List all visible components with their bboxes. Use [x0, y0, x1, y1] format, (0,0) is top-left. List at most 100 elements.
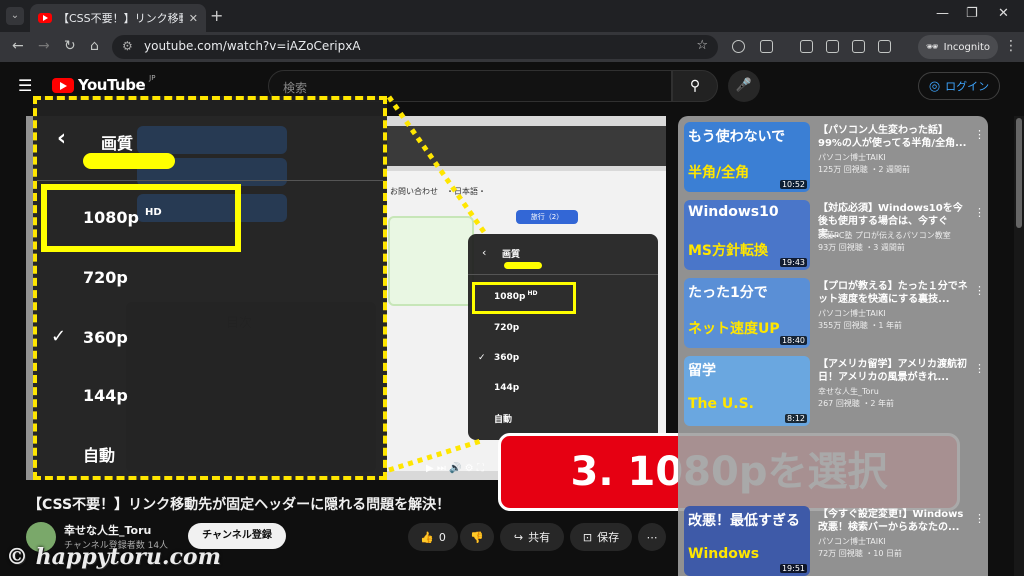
- quality-option-auto[interactable]: 自動: [83, 442, 115, 466]
- login-label: ログイン: [945, 80, 990, 93]
- quality-option-144p[interactable]: 144p: [83, 386, 128, 405]
- back-chevron-icon[interactable]: ‹: [57, 126, 66, 151]
- video-thumbnail[interactable]: Windows10 MS方針転換 19:43: [684, 200, 810, 270]
- more-icon: ⋯: [646, 530, 658, 544]
- video-thumbnail[interactable]: 留学 The U.S. 8:12: [684, 356, 810, 426]
- quality-option-360p[interactable]: 360p: [83, 328, 128, 347]
- login-button[interactable]: ◎ ログイン: [918, 72, 1000, 100]
- tab-title: 【CSS不要！】リンク移動先が固定: [58, 12, 183, 25]
- menu-divider: [37, 180, 383, 181]
- item-menu-icon[interactable]: ⋮: [974, 512, 985, 525]
- thumbnail-subtext: MS方針転換: [688, 243, 769, 259]
- recommended-meta: 72万 回視聴 ・10 日前: [818, 549, 902, 558]
- back-arrow-icon[interactable]: ←: [12, 38, 24, 54]
- quality-option-360p[interactable]: 360p: [494, 353, 519, 363]
- video-duration: 19:43: [779, 258, 807, 267]
- like-button[interactable]: 👍 0: [408, 523, 458, 551]
- recommended-item[interactable]: たった1分で ネット速度UP 18:40 【プロが教える】たった１分でネット速度を快適…: [684, 278, 985, 350]
- back-chevron-icon[interactable]: ‹: [482, 246, 486, 259]
- player-quality-menu: ‹ 画質 1080p HD 720p ✓ 360p 144p 自動: [468, 234, 658, 440]
- voice-search-button[interactable]: 🎤: [728, 70, 760, 102]
- site-info-icon[interactable]: ⚙: [122, 39, 133, 53]
- quality-option-720p[interactable]: 720p: [83, 268, 128, 287]
- watermark: © happytoru.com: [6, 544, 221, 570]
- item-menu-icon[interactable]: ⋮: [974, 206, 985, 219]
- close-tab-icon[interactable]: ✕: [189, 12, 198, 25]
- browser-tab[interactable]: 【CSS不要！】リンク移動先が固定 ✕: [30, 4, 206, 32]
- thumbnail-text: たった1分で: [688, 285, 768, 301]
- reading-list-icon[interactable]: [800, 40, 813, 53]
- highlight-marker: [83, 153, 175, 169]
- recommended-title[interactable]: 【プロが教える】たった１分でネット速度を快適にする裏技...: [818, 280, 968, 306]
- video-duration: 10:52: [779, 180, 807, 189]
- browser-menu-icon[interactable]: ⋮: [1004, 38, 1018, 54]
- quality-option-720p[interactable]: 720p: [494, 323, 519, 333]
- recommended-channel[interactable]: 後藤PC塾 プロが伝えるパソコン教室: [818, 230, 951, 241]
- translate-icon[interactable]: [826, 40, 839, 53]
- reload-icon[interactable]: ↻: [64, 38, 76, 54]
- minimize-button[interactable]: —: [936, 6, 949, 21]
- region-label: JP: [149, 74, 156, 82]
- video-thumbnail[interactable]: もう使わないで 半角/全角 10:52: [684, 122, 810, 192]
- apps-icon[interactable]: [852, 40, 865, 53]
- ghost-pill: [137, 126, 287, 154]
- extension-icon[interactable]: [732, 40, 745, 53]
- video-title: 【CSS不要！】リンク移動先が固定ヘッダーに隠れる問題を解決！: [28, 497, 451, 513]
- video-thumbnail[interactable]: たった1分で ネット速度UP 18:40: [684, 278, 810, 348]
- thumbnail-subtext: 半角/全角: [688, 165, 750, 181]
- recommended-channel[interactable]: 幸せな人生_Toru: [818, 386, 879, 397]
- search-button[interactable]: ⚲: [672, 70, 718, 102]
- zoom-menu-title: 画質: [101, 134, 134, 153]
- player-controls[interactable]: ▶ ⏭ 🔊 ⚙ ⛶: [426, 463, 484, 474]
- recommended-item[interactable]: 留学 The U.S. 8:12 【アメリカ留学】アメリカ渡航初日！アメリカの風景がき…: [684, 356, 985, 428]
- search-placeholder: 検索: [283, 81, 308, 95]
- quality-option-144p[interactable]: 144p: [494, 383, 519, 393]
- screenshot-icon[interactable]: [878, 40, 891, 53]
- video-browser-chrome: [386, 126, 666, 166]
- small-highlight-box: [472, 282, 576, 314]
- recommended-title[interactable]: 【パソコン人生変わった話】99%の人が使ってる半角/全角...: [818, 124, 968, 150]
- home-icon[interactable]: ⌂: [90, 38, 99, 54]
- tab-search-button[interactable]: ⌄: [6, 7, 24, 25]
- incognito-icon: 🕶: [925, 41, 939, 53]
- thumbnail-text: Windows10: [688, 204, 779, 220]
- quality-option-auto[interactable]: 自動: [494, 412, 512, 425]
- extensions-puzzle-icon[interactable]: [760, 40, 773, 53]
- scrollbar-thumb[interactable]: [1016, 118, 1022, 228]
- recommended-channel[interactable]: パソコン博士TAIKI: [818, 308, 886, 319]
- recommended-item[interactable]: Windows10 MS方針転換 19:43 【対応必須】Windows10を今後も使…: [684, 200, 985, 272]
- video-duration: 19:51: [779, 564, 807, 573]
- recommended-channel[interactable]: パソコン博士TAIKI: [818, 536, 886, 547]
- video-thumbnail[interactable]: 改悪！最低すぎる Windows 19:51: [684, 506, 810, 576]
- share-button[interactable]: ↪ 共有: [500, 523, 564, 551]
- forward-arrow-icon[interactable]: →: [38, 38, 50, 54]
- recommended-item[interactable]: もう使わないで 半角/全角 10:52 【パソコン人生変わった話】99%の人が使ってる…: [684, 122, 985, 194]
- youtube-play-icon: [52, 77, 74, 93]
- thumbs-up-icon: 👍: [420, 530, 434, 544]
- channel-name[interactable]: 幸せな人生_Toru: [64, 522, 151, 538]
- item-menu-icon[interactable]: ⋮: [974, 128, 985, 141]
- youtube-logo[interactable]: YouTube JP: [52, 74, 156, 94]
- quality-menu-title: 画質: [502, 250, 521, 260]
- more-actions-button[interactable]: ⋯: [638, 523, 666, 551]
- recommended-title[interactable]: 【今すぐ設定変更!】Windows改悪！検索バーからあなたの...: [818, 508, 968, 534]
- recommended-meta: 267 回視聴 ・2 年前: [818, 399, 894, 408]
- close-window-button[interactable]: ✕: [998, 6, 1009, 21]
- bookmark-star-icon[interactable]: ☆: [696, 38, 708, 53]
- item-menu-icon[interactable]: ⋮: [974, 362, 985, 375]
- item-menu-icon[interactable]: ⋮: [974, 284, 985, 297]
- menu-divider: [468, 274, 658, 275]
- dislike-button[interactable]: 👎: [460, 523, 494, 551]
- share-label: 共有: [528, 531, 551, 544]
- recommended-title[interactable]: 【アメリカ留学】アメリカ渡航初日！アメリカの風景がきれ...: [818, 358, 968, 384]
- incognito-indicator[interactable]: 🕶 Incognito: [918, 35, 998, 59]
- recommended-channel[interactable]: パソコン博士TAIKI: [818, 152, 886, 163]
- browser-tab-bar: ⌄ 【CSS不要！】リンク移動先が固定 ✕ + — ❐ ✕: [0, 0, 1024, 32]
- address-bar[interactable]: ⚙ youtube.com/watch?v=iAZoCeripxA ☆: [112, 35, 718, 59]
- new-tab-button[interactable]: +: [210, 6, 223, 25]
- restore-button[interactable]: ❐: [966, 6, 978, 21]
- save-button[interactable]: ⊡ 保存: [570, 523, 632, 551]
- hamburger-menu-icon[interactable]: ☰: [18, 76, 32, 95]
- video-nav-text: お問い合わせ ・日本語・: [390, 187, 486, 196]
- recommended-item[interactable]: 改悪！最低すぎる Windows 19:51 【今すぐ設定変更!】Windows改悪！…: [684, 506, 985, 576]
